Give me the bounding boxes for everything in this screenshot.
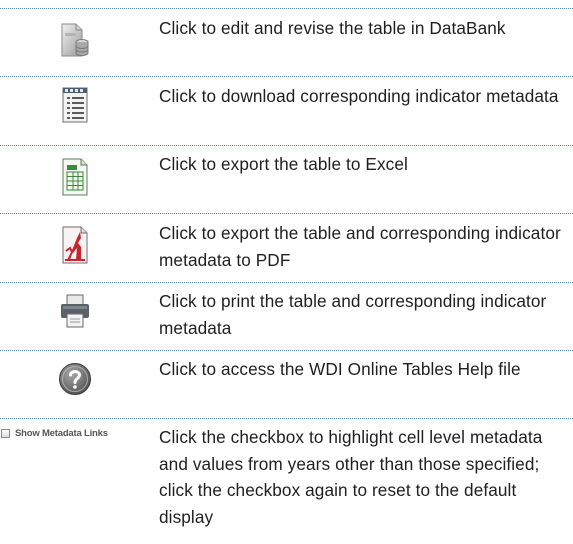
row-description: Click to edit and revise the table in Da… — [159, 18, 506, 38]
row-description: Click to export the table to Excel — [159, 154, 408, 174]
row-separator — [0, 8, 573, 9]
row-separator — [0, 145, 573, 146]
excel-export-icon[interactable] — [0, 158, 150, 196]
pdf-export-icon[interactable] — [0, 226, 150, 264]
row-separator — [0, 282, 573, 283]
icon-legend: Click to edit and revise the table in Da… — [0, 0, 573, 544]
row-description: Click to export the table and correspond… — [159, 223, 561, 270]
row-separator — [0, 418, 573, 419]
row-description: Click to print the table and correspondi… — [159, 291, 547, 338]
row-separator — [0, 76, 573, 77]
row-description: Click to download corresponding indicato… — [159, 86, 559, 106]
show-metadata-links-toggle[interactable]: Show Metadata Links — [1, 428, 108, 439]
row-description: Click the checkbox to highlight cell lev… — [159, 427, 543, 527]
metadata-download-icon[interactable] — [0, 87, 150, 123]
printer-icon[interactable] — [0, 294, 150, 328]
row-separator — [0, 350, 573, 351]
help-icon[interactable] — [0, 362, 150, 396]
row-description: Click to access the WDI Online Tables He… — [159, 359, 521, 379]
databank-edit-icon[interactable] — [0, 22, 150, 60]
checkbox-label: Show Metadata Links — [15, 428, 108, 439]
row-separator — [0, 213, 573, 214]
checkbox-icon[interactable] — [1, 429, 10, 438]
